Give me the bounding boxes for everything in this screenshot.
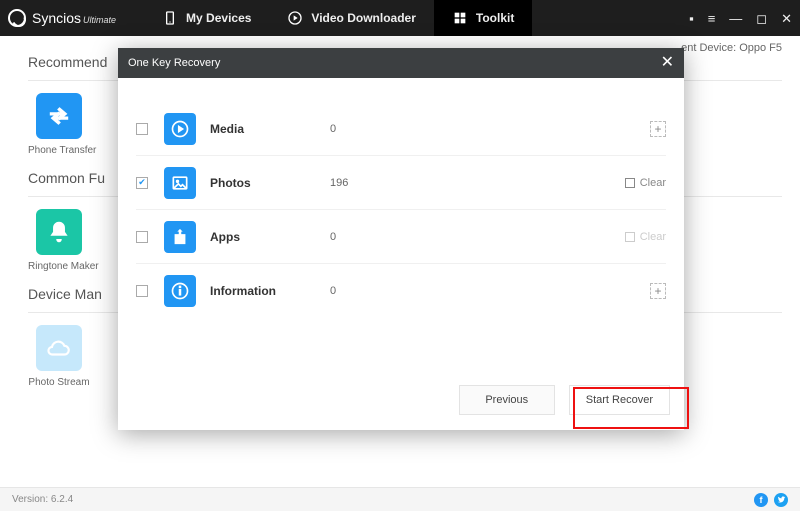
tab-my-devices[interactable]: My Devices [144, 0, 269, 36]
row-media: Media 0 + [136, 102, 666, 156]
app-logo: SynciosUltimate [8, 9, 116, 27]
media-icon [164, 113, 196, 145]
checkbox-apps[interactable] [136, 231, 148, 243]
add-icon[interactable]: + [650, 283, 666, 299]
row-information-label: Information [210, 284, 330, 298]
row-media-label: Media [210, 122, 330, 136]
clear-photos[interactable]: Clear [625, 177, 666, 189]
main-tabs: My Devices Video Downloader Toolkit [144, 0, 532, 36]
status-bar: Version: 6.2.4 f [0, 487, 800, 511]
checkbox-information[interactable] [136, 285, 148, 297]
social-links: f [754, 493, 788, 507]
maximize-button[interactable]: ◻ [756, 12, 767, 25]
syncios-logo-icon [8, 9, 26, 27]
row-information-count: 0 [330, 285, 390, 297]
dialog-body: Media 0 + Photos 196 Clear Apps 0 [118, 78, 684, 370]
row-information: Information 0 + [136, 264, 666, 318]
tab-toolkit-label: Toolkit [476, 11, 514, 25]
row-apps: Apps 0 Clear [136, 210, 666, 264]
feedback-icon[interactable]: ▪ [689, 12, 694, 25]
clear-photos-label: Clear [640, 177, 666, 189]
title-bar: SynciosUltimate My Devices Video Downloa… [0, 0, 800, 36]
menu-icon[interactable]: ≡ [708, 12, 716, 25]
tab-video-downloader[interactable]: Video Downloader [269, 0, 433, 36]
clear-checkbox-icon [625, 178, 635, 188]
minimize-button[interactable]: — [729, 12, 742, 25]
checkbox-photos[interactable] [136, 177, 148, 189]
dialog-header: One Key Recovery ✕ [118, 48, 684, 78]
close-window-button[interactable]: ✕ [781, 12, 792, 25]
checkbox-media[interactable] [136, 123, 148, 135]
play-circle-icon [287, 10, 303, 26]
clear-apps-label: Clear [640, 231, 666, 243]
add-icon[interactable]: + [650, 121, 666, 137]
one-key-recovery-dialog: One Key Recovery ✕ Media 0 + Photos 196 … [118, 48, 684, 430]
tab-toolkit[interactable]: Toolkit [434, 0, 532, 36]
start-recover-button[interactable]: Start Recover [569, 385, 670, 415]
photos-icon [164, 167, 196, 199]
previous-button[interactable]: Previous [459, 385, 555, 415]
row-apps-label: Apps [210, 230, 330, 244]
row-photos: Photos 196 Clear [136, 156, 666, 210]
dialog-title: One Key Recovery [128, 57, 220, 69]
close-icon[interactable]: ✕ [661, 55, 674, 71]
grid-icon [452, 10, 468, 26]
window-controls: ▪ ≡ — ◻ ✕ [689, 12, 792, 25]
tab-my-devices-label: My Devices [186, 11, 251, 25]
info-icon [164, 275, 196, 307]
facebook-icon[interactable]: f [754, 493, 768, 507]
row-photos-label: Photos [210, 176, 330, 190]
app-name: SynciosUltimate [32, 10, 116, 26]
row-photos-count: 196 [330, 177, 390, 189]
clear-apps: Clear [625, 231, 666, 243]
twitter-icon[interactable] [774, 493, 788, 507]
row-media-count: 0 [330, 123, 390, 135]
clear-checkbox-icon [625, 232, 635, 242]
row-apps-count: 0 [330, 231, 390, 243]
tab-video-downloader-label: Video Downloader [311, 11, 415, 25]
apps-icon [164, 221, 196, 253]
version-label: Version: 6.2.4 [12, 494, 73, 505]
dialog-footer: Previous Start Recover [118, 370, 684, 430]
phone-icon [162, 10, 178, 26]
